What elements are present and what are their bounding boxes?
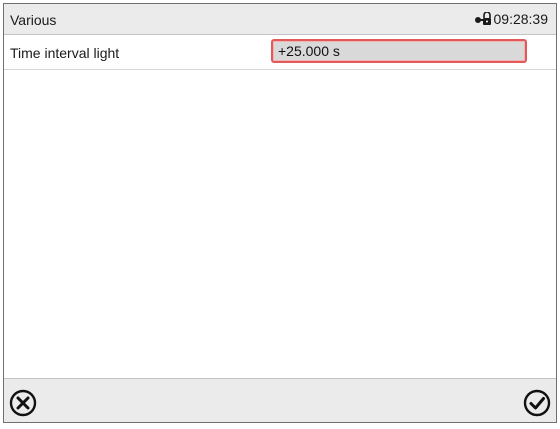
confirm-button[interactable] <box>522 388 552 418</box>
status-area: 09:28:39 <box>474 11 549 27</box>
setting-row-time-interval-light: Time interval light +25.000 s <box>4 36 556 70</box>
page-title: Various <box>10 12 57 28</box>
setting-label: Time interval light <box>10 45 120 61</box>
title-bar: Various 09:28:39 <box>4 4 556 35</box>
controller-screen: Various 09:28:39 Time interval light +25… <box>3 3 557 423</box>
clock-time: 09:28:39 <box>493 11 549 27</box>
time-interval-light-value: +25.000 s <box>278 43 340 59</box>
cancel-circle-icon <box>9 389 37 417</box>
lock-icon <box>474 11 492 26</box>
confirm-check-circle-icon <box>523 389 551 417</box>
footer-bar <box>4 378 556 422</box>
time-interval-light-input[interactable]: +25.000 s <box>271 39 527 63</box>
cancel-button[interactable] <box>8 388 38 418</box>
